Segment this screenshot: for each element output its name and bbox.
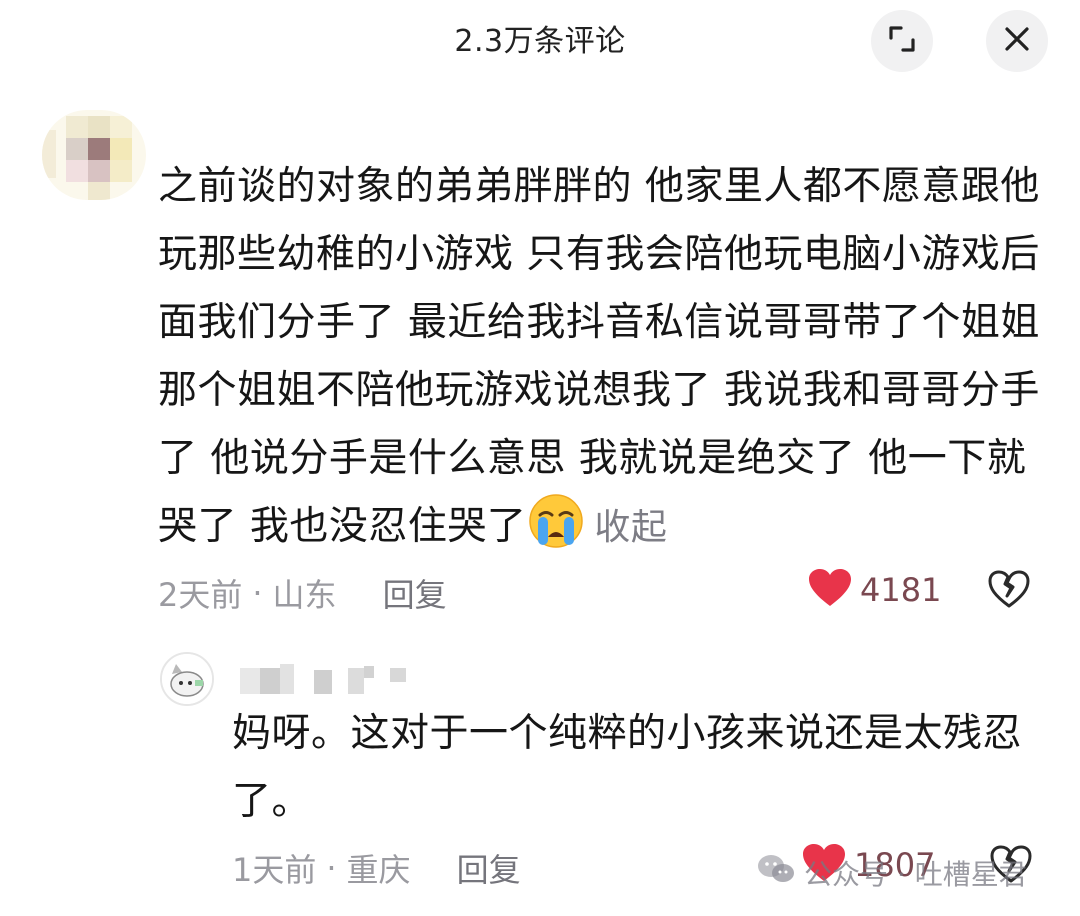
- reply-location: 重庆: [346, 851, 411, 889]
- watermark: 公众号 · 吐槽星君: [756, 852, 1027, 893]
- wechat-icon: [756, 852, 796, 893]
- meta-separator: ·: [252, 574, 263, 612]
- comment-location: 山东: [272, 576, 337, 614]
- heart-icon: [808, 568, 852, 612]
- comments-panel: 2.3万条评论 之前谈的对象的弟弟胖胖的 他家里人都不愿意跟他玩那些幼稚的小游戏…: [0, 0, 1080, 916]
- commenter-avatar[interactable]: [42, 110, 146, 200]
- reply-avatar[interactable]: [160, 652, 214, 706]
- comment-text: 之前谈的对象的弟弟胖胖的 他家里人都不愿意跟他玩那些幼稚的小游戏 只有我会陪他玩…: [158, 164, 1040, 549]
- meta-separator: ·: [326, 849, 337, 887]
- reply-reply-button[interactable]: 回复: [457, 845, 521, 891]
- expand-button[interactable]: [871, 10, 933, 72]
- comment-like-button[interactable]: 4181: [808, 568, 941, 612]
- reply-time: 1天前: [232, 851, 317, 889]
- comment-body: 之前谈的对象的弟弟胖胖的 他家里人都不愿意跟他玩那些幼稚的小游戏 只有我会陪他玩…: [158, 153, 1048, 562]
- watermark-text: 公众号 · 吐槽星君: [804, 857, 1027, 891]
- reply-button[interactable]: 回复: [383, 570, 447, 616]
- reply-body: 妈呀。这对于一个纯粹的小孩来说还是太残忍了。: [232, 711, 1023, 824]
- broken-heart-icon: [988, 570, 1030, 612]
- expand-icon: [887, 24, 917, 58]
- reply-username[interactable]: [240, 664, 410, 696]
- collapse-link[interactable]: 收起: [594, 507, 667, 548]
- close-button[interactable]: [986, 10, 1048, 72]
- close-icon: [1003, 25, 1031, 57]
- crying-face-emoji: [528, 493, 584, 549]
- comment-meta: 2天前 · 山东 回复: [158, 570, 447, 616]
- reply-meta: 1天前 · 重庆 回复: [232, 845, 521, 891]
- comment-dislike-button[interactable]: [988, 570, 1030, 612]
- comment-like-count: 4181: [860, 571, 942, 609]
- comment-time: 2天前: [158, 576, 243, 614]
